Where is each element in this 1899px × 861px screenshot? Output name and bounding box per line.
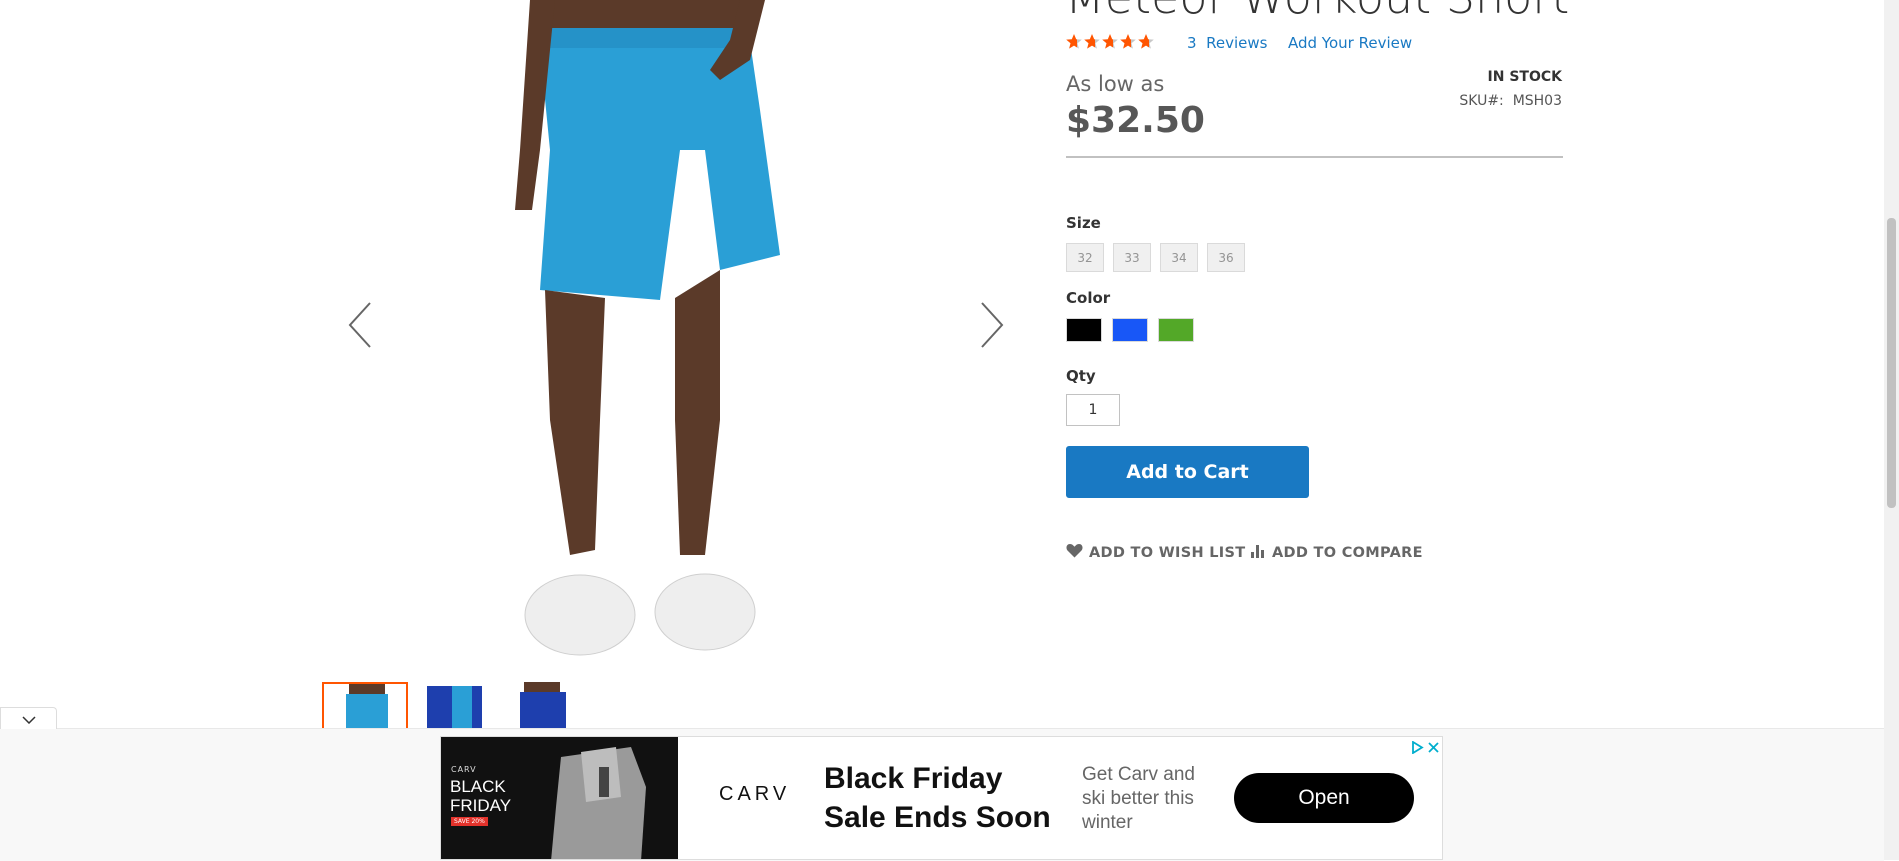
ad-collapse-tab[interactable] <box>0 707 57 729</box>
ad-image-brand: CARV <box>451 765 477 774</box>
gallery-next-arrow-icon[interactable] <box>970 295 1010 355</box>
color-swatch-black[interactable] <box>1066 318 1102 342</box>
qty-input[interactable] <box>1066 394 1120 426</box>
ad-image-title: BLACK FRIDAY <box>450 777 511 815</box>
qty-label: Qty <box>1066 367 1096 385</box>
ad-box[interactable]: CARV BLACK FRIDAY SAVE 20% CARV Black Fr… <box>440 736 1443 860</box>
sku-label: SKU#: <box>1459 93 1504 109</box>
ad-image-badge: SAVE 20% <box>451 817 488 826</box>
add-to-wishlist-link[interactable]: Add to Wish List <box>1066 543 1245 562</box>
rating-stars <box>1066 33 1156 57</box>
color-swatch-green[interactable] <box>1158 318 1194 342</box>
color-label: Color <box>1066 289 1111 307</box>
page-title: Meteor Workout Short <box>1065 0 1569 20</box>
ad-image[interactable]: CARV BLACK FRIDAY SAVE 20% <box>441 737 678 859</box>
gallery-prev-arrow-icon[interactable] <box>342 295 382 355</box>
price-value: $32.50 <box>1066 100 1205 141</box>
ad-subtext[interactable]: Get Carv and ski better this winter <box>1082 763 1212 835</box>
color-swatch-blue[interactable] <box>1112 318 1148 342</box>
product-main-image <box>420 0 870 675</box>
compare-label: Add to Compare <box>1272 544 1423 561</box>
reviews-count: 3 <box>1187 34 1197 52</box>
ad-headline[interactable]: Black Friday Sale Ends Soon <box>824 759 1064 837</box>
heart-icon <box>1066 543 1089 562</box>
price-label: As low as <box>1066 72 1165 96</box>
stock-status: In stock <box>1487 69 1562 85</box>
size-swatch-36[interactable]: 36 <box>1207 243 1245 272</box>
sku-row: SKU#: MSH03 <box>1459 93 1562 109</box>
gallery-thumbnail[interactable] <box>322 682 408 732</box>
divider <box>1066 156 1563 158</box>
add-review-link[interactable]: Add Your Review <box>1288 34 1412 52</box>
close-icon[interactable] <box>1427 739 1440 758</box>
gallery-thumbnail[interactable] <box>417 682 503 732</box>
add-to-cart-button[interactable]: Add to Cart <box>1066 446 1309 498</box>
ad-image-title-line: FRIDAY <box>450 796 512 815</box>
sku-value: MSH03 <box>1512 93 1562 109</box>
ad-open-button[interactable]: Open <box>1234 773 1414 823</box>
ad-image-title-line: BLACK <box>450 777 506 796</box>
size-swatch-33[interactable]: 33 <box>1113 243 1151 272</box>
scrollbar-thumb[interactable] <box>1887 218 1896 508</box>
ad-logo[interactable]: CARV <box>719 783 790 806</box>
reviews-link[interactable]: 3 Reviews <box>1187 34 1267 52</box>
reviews-text: Reviews <box>1206 34 1268 52</box>
add-to-compare-link[interactable]: Add to Compare <box>1251 543 1423 562</box>
size-swatch-32[interactable]: 32 <box>1066 243 1104 272</box>
compare-chart-icon <box>1251 543 1272 562</box>
size-label: Size <box>1066 214 1101 232</box>
gallery-thumbnail[interactable] <box>512 682 598 732</box>
ad-info-icon[interactable] <box>1411 739 1424 758</box>
chevron-down-icon <box>21 709 36 728</box>
wishlist-label: Add to Wish List <box>1089 544 1246 561</box>
size-swatch-34[interactable]: 34 <box>1160 243 1198 272</box>
